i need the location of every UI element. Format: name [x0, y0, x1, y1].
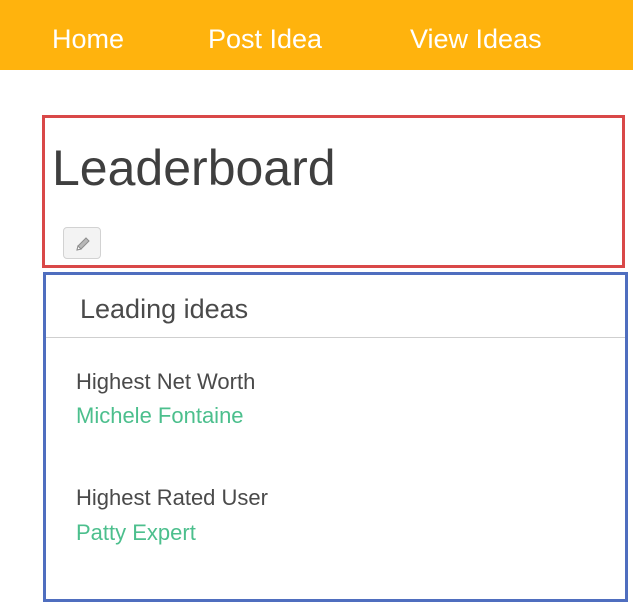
- leading-ideas-header: Leading ideas: [46, 275, 625, 338]
- highest-net-worth-user-link[interactable]: Michele Fontaine: [76, 402, 244, 430]
- page-title: Leaderboard: [52, 140, 336, 196]
- leaderboard-title-section: Leaderboard: [42, 115, 625, 268]
- edit-button[interactable]: [63, 227, 101, 259]
- pencil-icon: [76, 237, 90, 251]
- highest-rated-user-label: Highest Rated User: [76, 485, 268, 510]
- leading-ideas-panel: Leading ideas Highest Net Worth Michele …: [43, 272, 628, 602]
- leading-ideas-title: Leading ideas: [80, 294, 249, 324]
- nav-view-ideas-link[interactable]: View Ideas: [410, 22, 542, 56]
- nav-post-idea-link[interactable]: Post Idea: [208, 22, 322, 56]
- highest-rated-user-link[interactable]: Patty Expert: [76, 519, 196, 547]
- nav-home-link[interactable]: Home: [52, 22, 124, 56]
- highest-net-worth-label: Highest Net Worth: [76, 369, 256, 394]
- top-nav-bar: Home Post Idea View Ideas: [0, 0, 633, 70]
